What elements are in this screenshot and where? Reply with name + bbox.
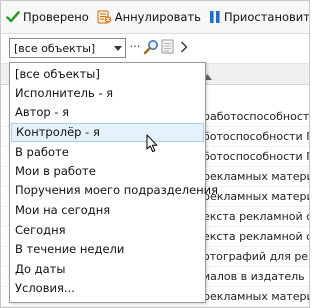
object-filter-select[interactable]: [все объекты] xyxy=(9,38,126,58)
dropdown-item-mine-today[interactable]: Мои на сегодня xyxy=(11,201,204,220)
suspend-button-label: Приостановить xyxy=(223,10,309,24)
dropdown-item-until-date[interactable]: До даты xyxy=(11,260,204,279)
mouse-cursor-icon xyxy=(146,134,158,156)
table-cell: рекламных материал xyxy=(203,190,309,203)
filter-bar: [все объекты] ··· xyxy=(1,34,309,63)
dropdown-item-all-objects[interactable]: [все объекты] xyxy=(11,65,204,84)
table-cell: иалов в издатель xyxy=(203,270,305,283)
dropdown-item-in-progress[interactable]: В работе xyxy=(11,143,204,162)
app-window: Проверено Аннулировать Приостановить [вс… xyxy=(0,0,310,308)
dropdown-item-author-me[interactable]: Автор - я xyxy=(11,103,204,122)
table-cell: рекламных материал xyxy=(203,290,309,303)
dropdown-item-department-tasks[interactable]: Поручения моего подразделения xyxy=(11,181,218,200)
table-cell: ботоспособности ПІ xyxy=(203,150,309,163)
dropdown-item-executor-me[interactable]: Исполнитель - я xyxy=(11,84,204,103)
object-filter-value: [все объекты] xyxy=(14,42,96,55)
search-icon[interactable] xyxy=(143,39,159,57)
verified-button[interactable]: Проверено xyxy=(3,5,92,29)
dropdown-item-this-week[interactable]: В течение недели xyxy=(11,240,204,259)
document-icon[interactable] xyxy=(161,39,175,57)
cancel-button-label: Аннулировать xyxy=(114,10,201,24)
verified-button-label: Проверено xyxy=(23,10,89,24)
cancel-icon xyxy=(97,10,112,24)
table-cell: работоспособности xyxy=(203,110,309,123)
pause-icon xyxy=(209,11,220,23)
dropdown-item-my-in-progress[interactable]: Мои в работе xyxy=(11,162,204,181)
cancel-button[interactable]: Аннулировать xyxy=(94,5,204,29)
table-cell: отографий для рекл xyxy=(203,250,309,263)
dropdown-item-controller-me[interactable]: Контролёр - я xyxy=(11,123,204,142)
table-cell: рекламных материал xyxy=(203,170,309,183)
checkmark-icon xyxy=(6,11,20,23)
suspend-button[interactable]: Приостановить xyxy=(206,5,309,29)
table-cell: екста рекламной ста xyxy=(203,230,309,243)
chevron-right-icon[interactable] xyxy=(180,40,190,56)
chevron-down-icon[interactable] xyxy=(111,39,125,57)
dropdown-item-conditions[interactable]: Условия... xyxy=(11,279,204,298)
object-filter-dropdown: [все объекты] Исполнитель - я Автор - я … xyxy=(9,62,218,303)
table-cell: екста рекламной ста xyxy=(203,210,309,223)
dropdown-item-today[interactable]: Сегодня xyxy=(11,221,204,240)
table-cell: ботоспособности ПІ xyxy=(203,130,309,143)
more-options-button[interactable]: ··· xyxy=(128,39,142,57)
toolbar: Проверено Аннулировать Приостановить xyxy=(1,1,309,34)
